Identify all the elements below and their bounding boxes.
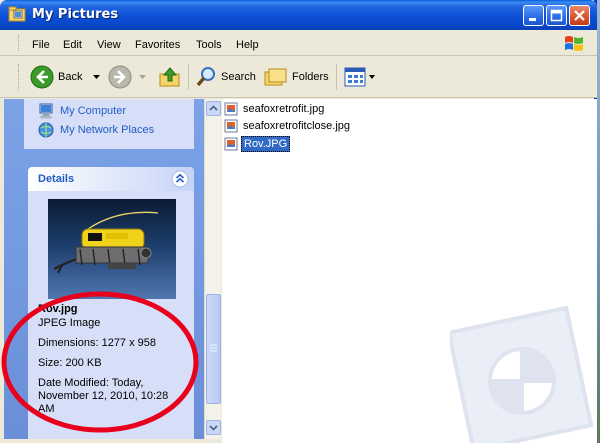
search-button[interactable]: Search [195, 64, 256, 90]
list-item[interactable]: seafoxretrofitclose.jpg [224, 118, 352, 134]
jpeg-file-icon [224, 119, 238, 133]
folders-label: Folders [292, 71, 329, 83]
file-name: seafoxretrofitclose.jpg [243, 120, 350, 132]
file-name: Rov.JPG [241, 136, 291, 152]
views-icon [344, 67, 366, 87]
pictures-watermark-icon [450, 305, 594, 443]
menu-edit[interactable]: Edit [63, 39, 82, 51]
details-title: Details [38, 173, 75, 185]
scroll-thumb[interactable] [206, 294, 221, 404]
up-folder-button[interactable] [158, 64, 182, 90]
up-folder-icon [159, 67, 180, 87]
jpeg-file-icon [224, 137, 238, 151]
file-list[interactable]: seafoxretrofit.jpg seafoxretrofitclose.j… [222, 99, 597, 443]
folders-button[interactable]: Folders [264, 64, 329, 90]
rov-thumbnail-image [53, 211, 159, 274]
views-dropdown-icon [369, 75, 375, 79]
search-icon [196, 67, 215, 87]
my-computer-label: My Computer [60, 105, 127, 117]
menu-favorites[interactable]: Favorites [135, 39, 180, 51]
title-bar[interactable]: My Pictures [0, 0, 597, 30]
task-pane-scrollbar[interactable] [204, 99, 221, 439]
scroll-up-arrow[interactable] [206, 101, 221, 116]
scroll-down-arrow[interactable] [206, 420, 221, 435]
detail-file-type: JPEG Image [38, 317, 101, 329]
detail-date-line3: AM [38, 403, 55, 415]
back-dropdown-icon [93, 75, 101, 79]
toolbar-separator [188, 64, 189, 90]
other-places-panel: My Computer My Network Places [24, 99, 194, 149]
detail-file-name: Rov.jpg [38, 303, 78, 315]
detail-dimensions: Dimensions: 1277 x 958 [38, 337, 157, 349]
back-button[interactable]: Back [30, 64, 101, 90]
menu-view[interactable]: View [97, 39, 121, 51]
forward-button[interactable] [108, 64, 147, 90]
maximize-button[interactable] [546, 5, 567, 26]
windows-logo-icon [563, 34, 585, 54]
computer-icon [39, 103, 53, 119]
minimize-button[interactable] [523, 5, 544, 26]
menu-tools[interactable]: Tools [196, 39, 222, 51]
details-panel: Rov.jpg JPEG Image Dimensions: 1277 x 95… [28, 191, 194, 439]
image-thumbnail [48, 199, 176, 299]
details-header[interactable]: Details [28, 167, 194, 191]
toolbar-separator [336, 64, 337, 90]
my-network-places-link[interactable]: My Network Places [38, 122, 154, 138]
back-arrow-icon [30, 65, 54, 89]
views-button[interactable] [344, 64, 376, 90]
toolbar-grip[interactable] [18, 64, 21, 90]
menu-grip[interactable] [18, 35, 21, 51]
file-name: seafoxretrofit.jpg [243, 103, 325, 115]
jpeg-file-icon [224, 102, 238, 116]
menu-help[interactable]: Help [236, 39, 259, 51]
detail-date-line2: November 12, 2010, 10:28 [38, 390, 169, 402]
toolbar: Back Search Folders [0, 56, 597, 98]
list-item[interactable]: seafoxretrofit.jpg [224, 101, 326, 117]
folders-icon [264, 68, 287, 86]
list-item-selected[interactable]: Rov.JPG [224, 136, 291, 152]
folder-pictures-icon [8, 6, 26, 22]
close-button[interactable] [569, 5, 590, 26]
my-computer-link[interactable]: My Computer [38, 103, 126, 119]
detail-size: Size: 200 KB [38, 357, 102, 369]
forward-arrow-icon [108, 65, 132, 89]
detail-date-line1: Date Modified: Today, [38, 377, 144, 389]
my-network-places-label: My Network Places [60, 124, 155, 136]
search-label: Search [221, 71, 256, 83]
back-label: Back [58, 71, 83, 83]
network-places-icon [38, 122, 54, 138]
forward-dropdown-icon [139, 75, 146, 79]
collapse-chevron-icon[interactable] [171, 170, 189, 188]
menu-file[interactable]: File [32, 39, 50, 51]
task-pane: My Computer My Network Places Details Ro… [4, 99, 204, 439]
explorer-window: My Pictures File Edit View Favorites Too… [0, 0, 597, 443]
menu-bar: File Edit View Favorites Tools Help [0, 30, 597, 56]
window-title: My Pictures [32, 7, 119, 22]
